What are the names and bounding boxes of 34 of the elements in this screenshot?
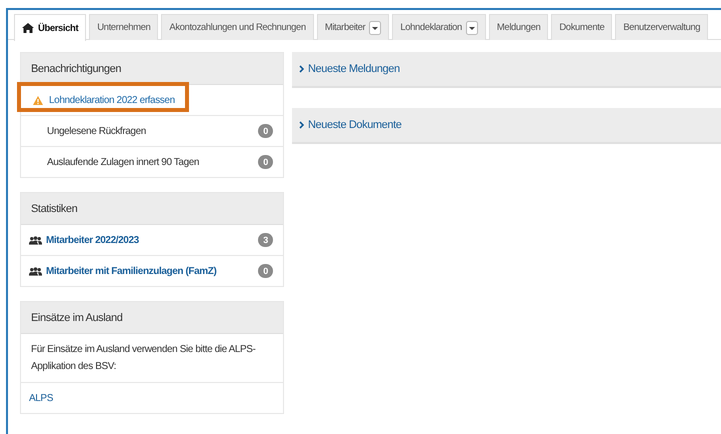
count-badge: 3	[258, 233, 273, 247]
nav-tab[interactable]: Akontozahlungen und Rechnungen	[161, 14, 314, 40]
notification-label: Ungelesene Rückfragen	[46, 124, 146, 138]
nav-tab[interactable]: Benutzerverwaltung	[615, 14, 708, 40]
warning-icon	[33, 96, 43, 104]
notification-label: Auslaufende Zulagen innert 90 Tagen	[46, 156, 200, 170]
nav-tab[interactable]: Meldungen	[488, 14, 548, 40]
alps-link[interactable]: ALPS	[29, 392, 53, 404]
count-badge: 0	[258, 124, 273, 138]
nav-tab[interactable]: Dokumente	[551, 14, 612, 40]
panel-heading: Einsätze im Ausland	[21, 302, 283, 334]
collapsible-panel[interactable]: Neueste Dokumente	[292, 108, 721, 144]
statistic-link[interactable]: Mitarbeiter mit Familienzulagen (FamZ)	[46, 266, 216, 276]
panel-title: Neueste Meldungen	[308, 63, 400, 75]
panel-title: Neueste Dokumente	[308, 119, 402, 131]
panel-heading: Benachrichtigungen	[21, 53, 283, 85]
chevron-icon	[299, 65, 304, 73]
nav-tab[interactable]: Mitarbeiter	[316, 14, 390, 40]
panel-heading: Statistiken	[21, 193, 283, 225]
users-icon	[29, 236, 42, 244]
nav-tab[interactable]: Unternehmen	[89, 14, 158, 40]
nav-tab[interactable]: Lohndeklaration	[392, 14, 486, 40]
users-icon	[29, 266, 42, 276]
statistic-link[interactable]: Mitarbeiter 2022/2023	[46, 234, 139, 246]
caret-icon	[369, 20, 382, 34]
chevron-icon	[299, 121, 304, 129]
info-text: Für Einsätze im Ausland verwenden Sie bitte die ALPS-Applikation des BSV:	[31, 343, 256, 374]
notification-link[interactable]: Lohndeklaration 2022 erfassen	[49, 94, 175, 106]
caret-icon	[466, 20, 478, 34]
count-badge: 0	[258, 264, 273, 278]
collapsible-panel[interactable]: Neueste Meldungen	[292, 52, 721, 88]
count-badge: 0	[258, 155, 273, 169]
home-icon	[22, 23, 34, 33]
nav-tab[interactable]: Übersicht	[14, 14, 86, 41]
